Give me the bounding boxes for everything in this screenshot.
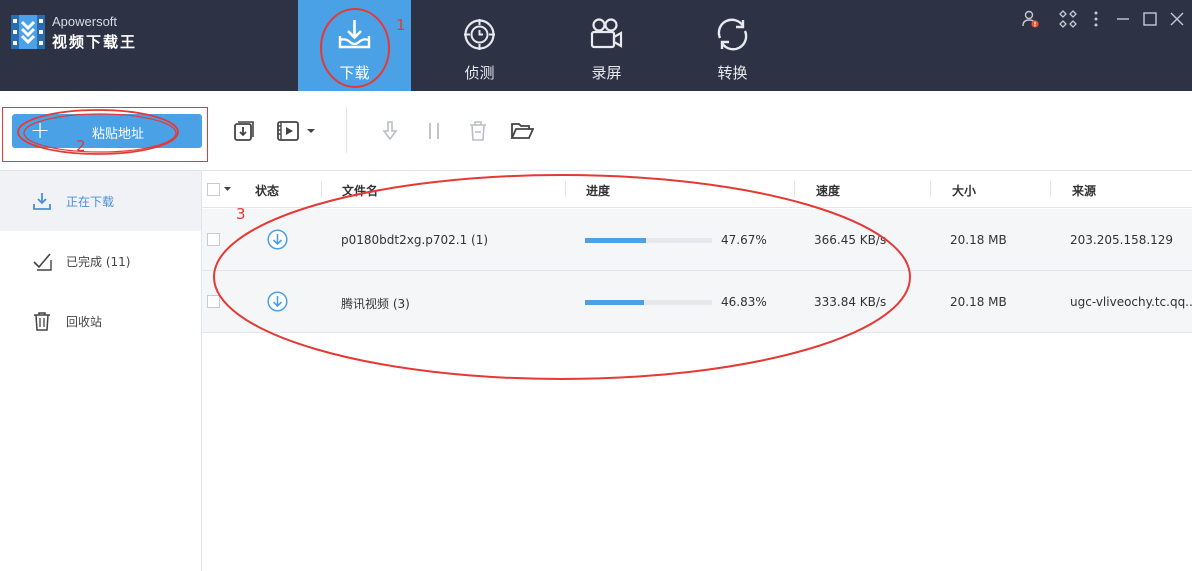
completed-check-icon: [33, 253, 52, 271]
table-row[interactable]: 腾讯视频 (3) 46.83% 333.84 KB/s 20.18 MB ugc…: [202, 271, 1192, 333]
progress-percent: 47.67%: [721, 233, 767, 247]
start-icon[interactable]: [378, 119, 402, 143]
column-divider: [565, 181, 566, 197]
downloading-status-icon[interactable]: [267, 291, 288, 312]
tab-download[interactable]: 下载: [298, 0, 411, 91]
detect-icon: [464, 19, 495, 50]
sidebar-item-label: 已完成 (11): [66, 255, 131, 269]
downloading-status-icon[interactable]: [267, 229, 288, 250]
file-size: 20.18 MB: [950, 295, 1007, 309]
brand-name-en: Apowersoft: [52, 14, 118, 29]
video-play-icon[interactable]: [276, 119, 300, 143]
annotation-number-2: 2: [76, 137, 86, 155]
download-source: ugc-vliveochy.tc.qq....: [1070, 295, 1192, 309]
tab-convert-label: 转换: [717, 64, 748, 82]
column-divider: [1050, 181, 1051, 197]
user-alert-icon[interactable]: [1021, 10, 1039, 28]
tab-record[interactable]: 录屏: [550, 0, 663, 91]
column-progress[interactable]: 进度: [586, 182, 610, 199]
file-name: 腾讯视频 (3): [341, 297, 410, 311]
annotation-number-3: 3: [236, 205, 246, 223]
sidebar-item-label: 正在下载: [66, 195, 115, 209]
toolbar: + 粘贴地址: [0, 91, 1192, 171]
pause-icon[interactable]: [422, 119, 446, 143]
convert-icon: [717, 18, 748, 51]
column-status[interactable]: 状态: [255, 182, 279, 199]
column-divider: [930, 181, 931, 197]
column-filename[interactable]: 文件名: [342, 182, 378, 199]
annotation-number-1: 1: [396, 16, 406, 34]
download-speed: 333.84 KB/s: [814, 295, 887, 309]
file-name: p0180bdt2xg.p702.1 (1): [341, 233, 489, 247]
minimize-icon[interactable]: [1114, 10, 1132, 28]
brand-name-cn: 视频下载王: [52, 33, 138, 51]
download-table: 状态 文件名 进度 速度 大小 来源 p0180bdt2xg.p702.1 (1…: [202, 171, 1192, 571]
app-logo-icon: [11, 15, 45, 49]
batch-download-icon[interactable]: [232, 119, 256, 143]
tab-detect[interactable]: 侦测: [423, 0, 536, 91]
download-tray-icon: [338, 20, 371, 49]
column-divider: [321, 181, 322, 197]
app-header: Apowersoft 视频下载王 下载 侦测 录屏 转换: [0, 0, 1192, 91]
progress-bar-fill: [585, 300, 645, 305]
select-all-checkbox[interactable]: [207, 183, 220, 196]
progress-bar-fill: [585, 238, 646, 243]
sidebar: 正在下载 已完成 (11) 回收站: [0, 171, 202, 571]
download-icon: [33, 193, 51, 210]
more-icon[interactable]: [1087, 10, 1105, 28]
download-speed: 366.45 KB/s: [814, 233, 887, 247]
row-checkbox[interactable]: [207, 295, 220, 308]
sidebar-item-label: 回收站: [66, 315, 103, 329]
column-size[interactable]: 大小: [952, 182, 976, 199]
select-dropdown-icon[interactable]: [223, 185, 232, 194]
dropdown-arrow-icon[interactable]: [304, 119, 318, 143]
column-divider: [794, 181, 795, 197]
maximize-icon[interactable]: [1141, 10, 1159, 28]
column-speed[interactable]: 速度: [816, 182, 840, 199]
table-header: 状态 文件名 进度 速度 大小 来源: [202, 171, 1192, 208]
tab-record-label: 录屏: [591, 64, 622, 82]
annotation-box-2: [2, 107, 208, 162]
table-row[interactable]: p0180bdt2xg.p702.1 (1) 47.67% 366.45 KB/…: [202, 209, 1192, 271]
tab-download-label: 下载: [339, 64, 370, 82]
progress-percent: 46.83%: [721, 295, 767, 309]
sidebar-item-downloading[interactable]: 正在下载: [0, 171, 201, 231]
sidebar-item-completed[interactable]: 已完成 (11): [0, 231, 201, 291]
video-camera-icon: [590, 18, 623, 49]
close-icon[interactable]: [1168, 10, 1186, 28]
column-source[interactable]: 来源: [1072, 182, 1096, 199]
tab-convert[interactable]: 转换: [676, 0, 789, 91]
download-source: 203.205.158.129: [1070, 233, 1174, 247]
delete-icon[interactable]: [466, 119, 490, 143]
sidebar-item-recycle-bin[interactable]: 回收站: [0, 291, 201, 351]
row-checkbox[interactable]: [207, 233, 220, 246]
trash-icon: [34, 312, 50, 331]
open-folder-icon[interactable]: [510, 119, 534, 143]
file-size: 20.18 MB: [950, 233, 1007, 247]
toolbar-divider: [346, 107, 347, 153]
tab-detect-label: 侦测: [464, 64, 495, 82]
progress-bar: [585, 300, 712, 305]
progress-bar: [585, 238, 712, 243]
apps-icon[interactable]: [1059, 10, 1077, 28]
